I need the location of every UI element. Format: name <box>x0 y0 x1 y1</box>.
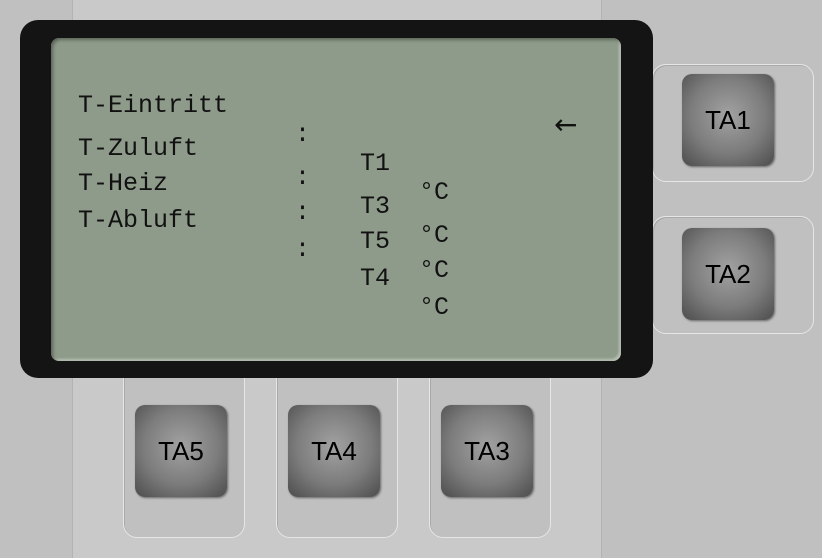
ta4-button[interactable]: TA4 <box>288 405 380 497</box>
ta4-label: TA4 <box>311 435 357 466</box>
row-unit: °C <box>419 256 450 285</box>
row-sensor: T4 <box>360 264 391 293</box>
selection-arrow-icon: ← <box>554 108 578 141</box>
ta2-button[interactable]: TA2 <box>682 228 774 320</box>
ta3-label: TA3 <box>464 435 510 466</box>
ta2-label: TA2 <box>705 258 751 289</box>
display-bezel: T-Eintritt : T1 °C T-Zuluft : T3 °C T-He… <box>20 20 653 378</box>
row-unit: °C <box>419 293 450 322</box>
row-unit: °C <box>419 221 450 250</box>
ta5-button[interactable]: TA5 <box>135 405 227 497</box>
ta5-label: TA5 <box>158 435 204 466</box>
display-row-eintritt: T-Eintritt : T1 °C <box>78 62 478 207</box>
display-row-abluft: T-Abluft : T4 °C <box>78 177 478 322</box>
ta1-button[interactable]: TA1 <box>682 74 774 166</box>
ta3-button[interactable]: TA3 <box>441 405 533 497</box>
lcd-screen: T-Eintritt : T1 °C T-Zuluft : T3 °C T-He… <box>51 38 621 361</box>
display-row-zuluft: T-Zuluft : T3 °C <box>78 105 478 250</box>
row-separator: : <box>295 235 311 264</box>
display-row-heiz: T-Heiz : T5 °C <box>78 140 478 285</box>
row-sensor: T5 <box>360 227 391 256</box>
ta1-label: TA1 <box>705 104 751 135</box>
row-label: T-Abluft <box>78 206 199 235</box>
